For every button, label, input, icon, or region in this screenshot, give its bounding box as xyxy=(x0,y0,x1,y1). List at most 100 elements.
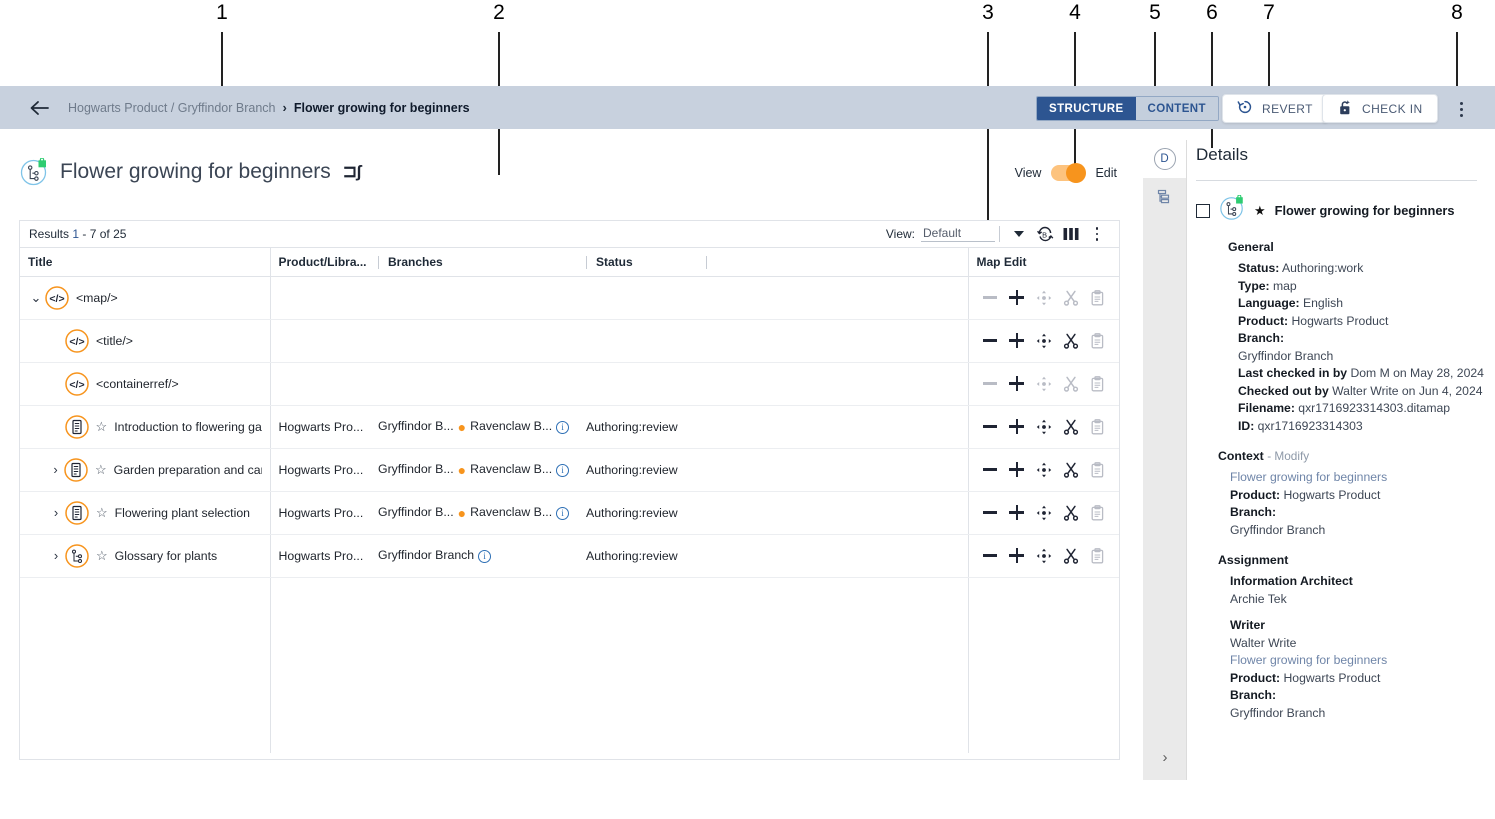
branch-info-icon[interactable]: i xyxy=(556,420,570,434)
back-arrow-icon[interactable] xyxy=(28,97,50,119)
branch-info-icon[interactable]: i xyxy=(556,463,570,477)
assignment-detail-rows: Product: Hogwarts Product Branch: Gryffind… xyxy=(1230,670,1486,723)
details-favorite-star-icon[interactable]: ★ xyxy=(1254,203,1266,219)
details-context-label: Context - Modify xyxy=(1218,449,1310,463)
table-row[interactable]: › ☆ Flowering plant selection Hogwarts Pro.… xyxy=(20,491,1119,535)
code-tag-icon: </> xyxy=(44,285,70,311)
page-title: Flower growing for beginners xyxy=(60,160,331,183)
table-row[interactable]: › ☆ Glossary for plants Hogwarts Pro... Gryf… xyxy=(20,534,1119,578)
map-edit-add-icon[interactable] xyxy=(1003,371,1030,397)
structure-content-toggle: STRUCTURE CONTENT xyxy=(1036,96,1219,121)
row-favorite-star-icon[interactable]: ☆ xyxy=(95,462,107,478)
row-favorite-star-icon[interactable]: ☆ xyxy=(96,505,108,521)
table-row[interactable]: ⌄ </> <map/> xyxy=(20,276,1119,320)
table-row[interactable]: › ☆ Garden preparation and care Hogwarts Pr… xyxy=(20,448,1119,492)
row-title-label: <title/> xyxy=(96,333,133,348)
map-edit-move-icon[interactable] xyxy=(1030,414,1057,440)
table-row[interactable]: ☆ Introduction to flowering gar Hogwarts P… xyxy=(20,405,1119,449)
map-edit-cut-icon[interactable] xyxy=(1057,543,1084,569)
map-edit-paste-icon xyxy=(1084,500,1111,526)
columns-icon[interactable] xyxy=(1058,223,1084,245)
cell-status: Authoring:review xyxy=(578,448,698,492)
map-edit-add-icon[interactable] xyxy=(1003,328,1030,354)
callout-number-8: 8 xyxy=(1451,1,1463,24)
row-favorite-star-icon[interactable]: ☆ xyxy=(96,548,108,564)
map-edit-move-icon[interactable] xyxy=(1030,328,1057,354)
detail-value: Gryffindor Branch xyxy=(1238,348,1334,363)
tab-content[interactable]: CONTENT xyxy=(1135,97,1218,120)
rail-details-tab[interactable]: D xyxy=(1143,140,1186,178)
map-edit-add-icon[interactable] xyxy=(1003,543,1030,569)
rail-expand-chevron-right-icon[interactable]: › xyxy=(1143,749,1187,766)
tab-structure[interactable]: STRUCTURE xyxy=(1037,97,1136,120)
map-edit-add-icon[interactable] xyxy=(1003,500,1030,526)
cell-spacer xyxy=(698,448,968,492)
map-edit-add-icon[interactable] xyxy=(1003,457,1030,483)
map-edit-cut-icon[interactable] xyxy=(1057,328,1084,354)
details-general-label: General xyxy=(1228,240,1274,254)
cell-branches xyxy=(370,276,578,320)
map-edit-move-icon[interactable] xyxy=(1030,500,1057,526)
row-favorite-star-icon[interactable]: ☆ xyxy=(96,419,108,435)
cell-map-edit xyxy=(967,491,1119,535)
details-heading: Details xyxy=(1196,145,1248,164)
map-edit-remove-icon[interactable] xyxy=(977,457,1004,483)
column-header-status[interactable]: Status xyxy=(578,248,698,277)
cell-map-edit xyxy=(967,319,1119,363)
column-header-branches[interactable]: Branches xyxy=(370,248,578,277)
details-item-checkbox[interactable] xyxy=(1196,203,1210,218)
column-header-title[interactable]: Title xyxy=(20,248,270,277)
revert-button[interactable]: REVERT xyxy=(1222,94,1328,123)
map-edit-move-icon[interactable] xyxy=(1030,543,1057,569)
column-header-map-edit[interactable]: Map Edit xyxy=(967,248,1119,277)
row-expander-down-icon[interactable]: ⌄ xyxy=(28,290,44,306)
svg-text:</>: </> xyxy=(49,293,64,305)
callout-number-5: 5 xyxy=(1149,1,1161,24)
map-edit-add-icon[interactable] xyxy=(1003,414,1030,440)
assignment-item-link[interactable]: Flower growing for beginners xyxy=(1230,652,1486,670)
map-edit-cut-icon[interactable] xyxy=(1057,500,1084,526)
refresh-filter-icon[interactable]: B xyxy=(1032,223,1058,245)
callout-number-4: 4 xyxy=(1069,1,1081,24)
branch-label: Ravenclaw B... xyxy=(470,419,553,434)
row-expander-right-icon[interactable]: › xyxy=(48,462,63,477)
branch-label: Ravenclaw B... xyxy=(470,505,553,520)
view-edit-toggle[interactable] xyxy=(1051,163,1087,183)
map-edit-remove-icon[interactable] xyxy=(977,414,1004,440)
table-row[interactable]: </> <title/> xyxy=(20,319,1119,363)
results-kebab-menu-icon[interactable] xyxy=(1084,223,1110,245)
map-edit-remove-icon[interactable] xyxy=(977,543,1004,569)
detail-row: Product: Hogwarts Product xyxy=(1238,313,1486,331)
rail-hierarchy-tab[interactable] xyxy=(1143,178,1186,222)
title-edit-marker-icon[interactable]: ⊐ʃ xyxy=(343,162,362,182)
map-edit-remove-icon[interactable] xyxy=(977,500,1004,526)
cell-title: › ☆ Glossary for plants xyxy=(20,534,270,578)
check-in-button[interactable]: CHECK IN xyxy=(1322,94,1438,123)
screenshot-root: 1 2 3 4 5 6 7 8 Hogwarts Product / Gryffindor B… xyxy=(0,0,1495,819)
branch-separator-icon: ● xyxy=(457,419,467,436)
cell-status xyxy=(578,362,698,406)
branch-info-icon[interactable]: i xyxy=(556,506,570,520)
map-edit-paste-icon xyxy=(1084,414,1111,440)
context-item-link[interactable]: Flower growing for beginners xyxy=(1230,469,1486,487)
detail-key: Checked out by xyxy=(1238,383,1329,398)
branch-label: Gryffindor B... xyxy=(378,505,454,520)
view-dropdown-caret-icon[interactable] xyxy=(1006,223,1032,245)
column-header-product[interactable]: Product/Libra... xyxy=(269,248,370,277)
toolbar-kebab-menu-icon[interactable] xyxy=(1453,96,1469,122)
branch-info-icon[interactable]: i xyxy=(478,549,492,563)
view-select-input[interactable] xyxy=(921,226,995,242)
map-edit-cut-icon[interactable] xyxy=(1057,414,1084,440)
row-expander-right-icon[interactable]: › xyxy=(48,505,64,520)
map-edit-move-icon[interactable] xyxy=(1030,457,1057,483)
map-edit-cut-icon[interactable] xyxy=(1057,457,1084,483)
context-modify-link[interactable]: - Modify xyxy=(1267,449,1309,463)
toggle-knob xyxy=(1066,163,1087,183)
map-edit-add-icon[interactable] xyxy=(1003,285,1030,311)
row-expander-right-icon[interactable]: › xyxy=(48,548,64,563)
breadcrumb-parent[interactable]: Hogwarts Product / Gryffindor Branch xyxy=(68,101,276,115)
branch-label: Gryffindor Branch xyxy=(378,548,475,563)
map-edit-remove-icon[interactable] xyxy=(977,328,1004,354)
assignment-person: Archie Tek xyxy=(1230,591,1287,606)
table-row[interactable]: </> <containerref/> xyxy=(20,362,1119,406)
